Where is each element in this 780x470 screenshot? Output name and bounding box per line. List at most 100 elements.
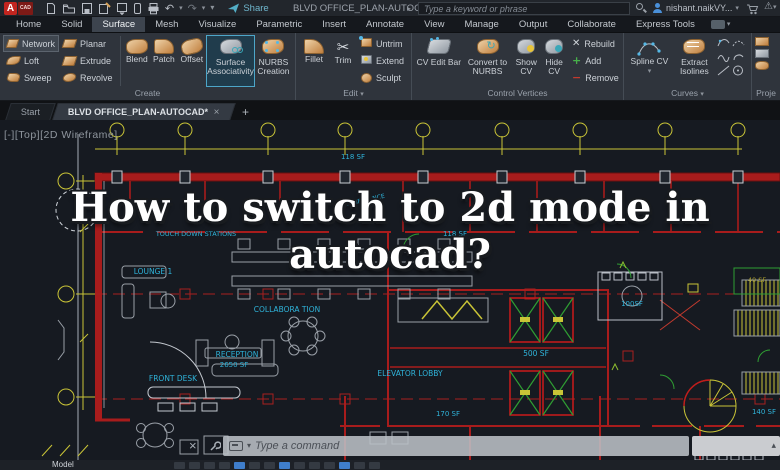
notifications-icon[interactable]: ⚠▾ xyxy=(764,1,776,12)
command-history-caret-icon[interactable]: ▾ xyxy=(247,442,251,450)
rebuild-button[interactable]: ✕Rebuild xyxy=(568,35,620,52)
nurbs-creation-button[interactable]: NURBS Creation xyxy=(255,35,292,87)
undo-icon[interactable]: ↶ xyxy=(165,2,174,15)
undo-caret-icon[interactable]: ▾ xyxy=(179,5,183,12)
ribbon-options-button[interactable]: ▾ xyxy=(705,17,737,32)
viewport-controls[interactable]: [-][Top][2D Wireframe] xyxy=(4,129,118,141)
autocad-logo[interactable]: A CAD xyxy=(4,2,33,15)
statusbar-toggle-icon[interactable] xyxy=(369,462,380,469)
command-input[interactable] xyxy=(255,440,683,452)
statusbar-toggle-icon[interactable] xyxy=(249,462,260,469)
project-geometry-icon[interactable] xyxy=(755,37,769,46)
tab-home[interactable]: Home xyxy=(6,17,51,32)
tab-document[interactable]: BLVD OFFICE_PLAN-AUTOCAD* × xyxy=(52,103,236,120)
redo-caret-icon[interactable]: ▾ xyxy=(202,5,206,12)
tab-output[interactable]: Output xyxy=(509,17,558,32)
save-icon[interactable] xyxy=(81,2,93,15)
mobile-device-icon[interactable] xyxy=(133,2,142,15)
model-tab-label[interactable]: Model xyxy=(52,460,74,470)
help-search-input[interactable] xyxy=(418,2,630,15)
statusbar-toggle-icon[interactable] xyxy=(294,462,305,469)
tab-manage[interactable]: Manage xyxy=(454,17,508,32)
panel-label-curves[interactable]: Curves ▾ xyxy=(624,87,751,100)
statusbar-toggle-icon[interactable] xyxy=(324,462,335,469)
fillet-button[interactable]: Fillet xyxy=(299,35,329,87)
convert-to-nurbs-button[interactable]: ↻ Convert to NURBS xyxy=(463,35,513,87)
curve-tool-icon[interactable] xyxy=(717,37,730,48)
command-line-extension[interactable]: ▴ xyxy=(692,436,780,456)
tab-surface[interactable]: Surface xyxy=(92,17,145,32)
statusbar-toggle-icon[interactable] xyxy=(174,462,185,469)
print-icon[interactable] xyxy=(147,2,160,15)
commandline-customize-icon[interactable] xyxy=(208,439,221,452)
tab-parametric[interactable]: Parametric xyxy=(246,17,312,32)
curve-tool-icon[interactable] xyxy=(732,37,745,48)
curve-tool-icon[interactable] xyxy=(717,51,730,62)
surface-associativity-button[interactable]: Surface Associativity xyxy=(206,35,255,87)
curve-tool-icon[interactable] xyxy=(717,65,730,76)
extrude-button[interactable]: Extrude xyxy=(59,52,117,69)
commandline-close-icon[interactable]: × xyxy=(189,438,197,453)
command-line-bar[interactable]: ▾ xyxy=(223,436,689,456)
add-button[interactable]: +Add xyxy=(568,52,620,69)
publish-icon[interactable] xyxy=(116,2,128,15)
user-caret-icon[interactable]: ▾ xyxy=(735,5,739,12)
tab-view[interactable]: View xyxy=(414,17,454,32)
sweep-button[interactable]: Sweep xyxy=(3,69,59,86)
statusbar-toggle-icon[interactable] xyxy=(264,462,275,469)
planar-button[interactable]: Planar xyxy=(59,35,117,52)
statusbar-toggle-icon[interactable] xyxy=(204,462,215,469)
cv-edit-bar-button[interactable]: CV Edit Bar xyxy=(415,35,463,87)
tab-visualize[interactable]: Visualize xyxy=(188,17,246,32)
tab-solid[interactable]: Solid xyxy=(51,17,92,32)
new-tab-button[interactable]: + xyxy=(235,103,256,120)
tab-collaborate[interactable]: Collaborate xyxy=(557,17,626,32)
search-icon[interactable] xyxy=(636,3,647,14)
tab-express-tools[interactable]: Express Tools xyxy=(626,17,705,32)
sculpt-button[interactable]: Sculpt xyxy=(357,69,407,86)
share-button[interactable]: Share xyxy=(228,3,268,14)
curve-tool-icon[interactable] xyxy=(732,65,745,76)
user-icon[interactable] xyxy=(652,2,663,14)
untrim-button[interactable]: Untrim xyxy=(357,35,407,52)
statusbar-toggle-icon[interactable] xyxy=(234,462,245,469)
hide-cv-button[interactable]: Hide CV xyxy=(540,35,568,87)
spline-cv-button[interactable]: Spline CV▾ xyxy=(627,35,672,87)
panel-label-edit[interactable]: Edit ▾ xyxy=(296,87,411,100)
statusbar-toggle-icon[interactable] xyxy=(354,462,365,469)
search-flyout-icon[interactable]: ▸ xyxy=(407,4,411,13)
tab-start[interactable]: Start xyxy=(5,103,56,120)
remove-button[interactable]: −Remove xyxy=(568,69,620,86)
tab-insert[interactable]: Insert xyxy=(312,17,356,32)
statusbar-toggle-icon[interactable] xyxy=(189,462,200,469)
project-geometry-icon[interactable] xyxy=(755,61,769,70)
command-scroll-up-icon[interactable]: ▴ xyxy=(771,440,776,451)
extract-isolines-button[interactable]: Extract Isolines xyxy=(672,35,717,87)
open-folder-icon[interactable] xyxy=(62,2,76,15)
blend-button[interactable]: Blend xyxy=(123,35,150,87)
new-file-icon[interactable] xyxy=(45,2,57,15)
show-cv-button[interactable]: Show CV xyxy=(512,35,540,87)
statusbar-toggle-icon[interactable] xyxy=(309,462,320,469)
redo-icon[interactable]: ↷ xyxy=(188,2,197,15)
tab-annotate[interactable]: Annotate xyxy=(356,17,414,32)
curve-tool-icon[interactable] xyxy=(732,51,745,62)
trim-button[interactable]: ✂Trim xyxy=(329,35,357,87)
username-label[interactable]: nishant.naikVY... xyxy=(666,3,732,13)
qat-customize-icon[interactable]: ▾ xyxy=(210,4,214,12)
close-tab-icon[interactable]: × xyxy=(214,107,220,118)
store-cart-icon[interactable] xyxy=(746,3,759,15)
statusbar-toggle-icon[interactable] xyxy=(339,462,350,469)
drawing-canvas[interactable]: 118 SFTOUCH DOWN STATIONSCONFERENCE118 S… xyxy=(0,120,780,460)
patch-button[interactable]: Patch xyxy=(150,35,177,87)
offset-button[interactable]: Offset xyxy=(177,35,206,87)
save-as-icon[interactable] xyxy=(98,2,111,15)
tab-mesh[interactable]: Mesh xyxy=(145,17,188,32)
revolve-button[interactable]: Revolve xyxy=(59,69,117,86)
extend-button[interactable]: Extend xyxy=(357,52,407,69)
statusbar-toggle-icon[interactable] xyxy=(219,462,230,469)
loft-button[interactable]: Loft xyxy=(3,52,59,69)
project-geometry-icon[interactable] xyxy=(755,49,769,58)
network-button[interactable]: Network xyxy=(3,35,59,52)
statusbar-toggle-icon[interactable] xyxy=(279,462,290,469)
